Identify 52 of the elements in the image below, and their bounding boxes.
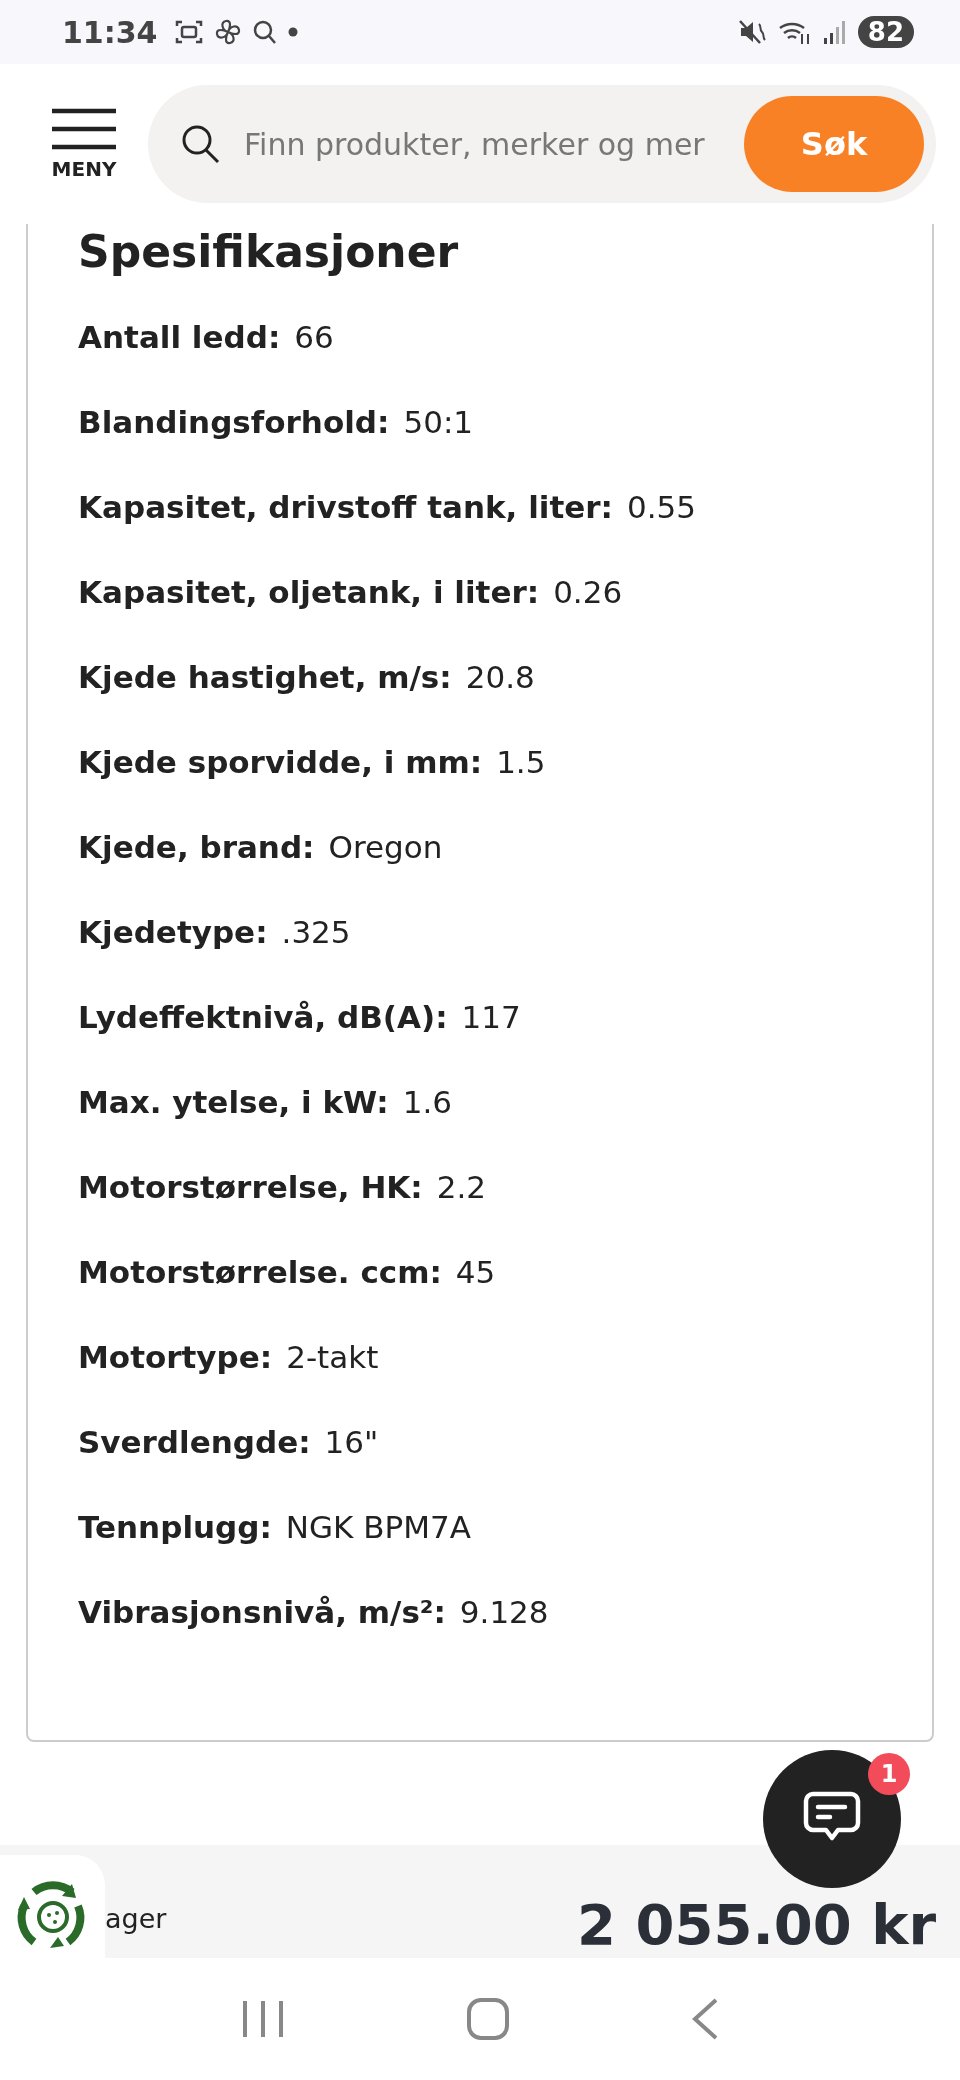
spec-value: 20.8 [465,658,535,695]
spec-value: .325 [281,913,351,950]
stock-text: ager [105,1903,167,1934]
spec-value: 45 [455,1253,496,1290]
spec-label: Motortype: [78,1338,273,1375]
spec-value: 66 [294,318,334,355]
menu-button[interactable]: MENY [50,107,118,181]
status-time: 11:34 [62,14,158,50]
spec-label: Antall ledd: [78,318,281,355]
spec-value: NGK BPM7A [285,1508,471,1545]
home-icon[interactable] [466,1997,510,2041]
mute-icon [737,18,768,46]
recent-apps-icon[interactable] [240,1998,286,2040]
fan-icon [213,18,242,46]
spec-label: Motorstørrelse. ccm: [78,1253,442,1290]
screenshot-icon [173,18,204,46]
spec-label: Motorstørrelse, HK: [78,1168,423,1205]
spec-value: 117 [461,998,521,1035]
back-icon[interactable] [690,1997,720,2041]
signal-icon [821,18,848,46]
dot-icon [287,27,298,37]
spec-value: 50:1 [403,403,474,440]
spec-value: 0.26 [553,573,623,610]
search-field[interactable]: Finn produkter, merker og mer Søk [148,85,936,203]
price: 2 055.00 kr [577,1897,936,1953]
spec-label: Kapasitet, oljetank, i liter: [78,573,540,610]
search-button[interactable]: Søk [744,96,924,192]
spec-label: Lydeffektnivå, dB(A): [78,998,448,1035]
spec-value: 1.5 [496,743,546,780]
spec-label: Vibrasjonsnivå, m/s²: [78,1593,446,1630]
spec-value: 2-takt [286,1338,379,1375]
spec-label: Tennplugg: [78,1508,272,1545]
spec-label: Kapasitet, drivstoff tank, liter: [78,488,613,525]
menu-icon [50,107,118,151]
section-title: Spesifikasjoner [78,225,460,279]
spec-value: 1.6 [402,1083,453,1120]
spec-label: Kjede sporvidde, i mm: [78,743,483,780]
spec-label: Max. ytelse, i kW: [78,1083,389,1120]
spec-label: Kjede, brand: [78,828,315,865]
search-icon [251,18,278,46]
spec-label: Kjedetype: [78,913,268,950]
spec-value: 16" [324,1423,379,1460]
spec-value: Oregon [328,828,443,865]
search-icon [180,123,222,165]
battery-indicator: 82 [857,16,914,48]
spec-value: 0.55 [626,488,696,525]
spec-label: Sverdlengde: [78,1423,311,1460]
spec-value: 2.2 [436,1168,487,1205]
spec-value: 9.128 [459,1593,549,1630]
spec-label: Kjede hastighet, m/s: [78,658,452,695]
spec-label: Blandingsforhold: [78,403,390,440]
notification-badge: 1 [868,1753,910,1795]
